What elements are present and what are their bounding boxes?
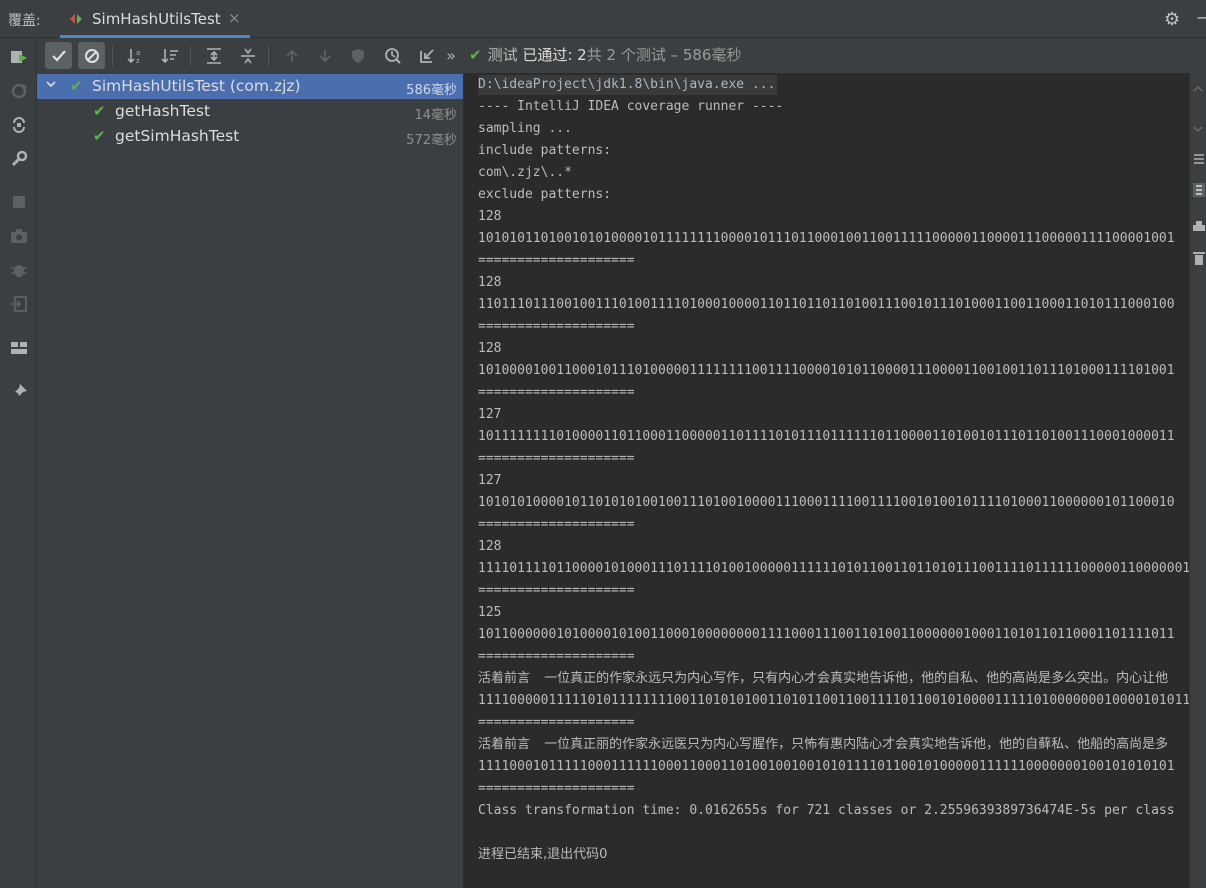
chevron-down-icon[interactable]: [45, 78, 57, 93]
collapse-all-icon[interactable]: [234, 42, 261, 69]
tree-item-time: 572毫秒: [406, 133, 457, 148]
camera-icon[interactable]: [8, 225, 30, 247]
console-line: ====================: [478, 715, 635, 730]
status-prefix: 测试: [487, 46, 523, 64]
tree-item-name: getSimHashTest: [115, 127, 240, 145]
console-line: 127: [478, 407, 502, 422]
sort-alphabetically-icon[interactable]: az: [122, 42, 149, 69]
console-line: ====================: [478, 781, 635, 796]
console-line: 活着前言 一位真正丽的作家永远医只为内心写腥作，只怖有惠内陆心才会真实地告诉他，…: [478, 737, 1169, 752]
console-line: 进程已结束,退出代码0: [478, 847, 608, 862]
svg-text:a: a: [136, 49, 140, 57]
console-line: 1010101000010110101010010011101001000011…: [478, 495, 1175, 510]
shield-icon[interactable]: [344, 42, 371, 69]
coverage-label: 覆盖:: [8, 13, 41, 29]
test-tree: ✔ SimHashUtilsTest (com.zjz) 586毫秒 ✔ get…: [37, 73, 464, 888]
layout-icon[interactable]: [8, 337, 30, 359]
console-line: 1010101101001010100001011111111000010111…: [478, 231, 1175, 246]
tree-row-test[interactable]: ✔ getHashTest 14毫秒: [37, 99, 463, 124]
console-line: ====================: [478, 385, 635, 400]
next-failed-icon[interactable]: [311, 42, 338, 69]
console-line: 128: [478, 275, 502, 290]
console-line: 128: [478, 539, 502, 554]
console-line: Class transformation time: 0.0162655s fo…: [478, 803, 1175, 818]
tree-item-time: 14毫秒: [414, 108, 457, 123]
console-line: 128: [478, 209, 502, 224]
tab-simhashutilstest[interactable]: SimHashUtilsTest ×: [60, 0, 250, 38]
status-rest: 共 2 个测试 – 586毫秒: [586, 46, 742, 64]
stop-icon[interactable]: [8, 191, 30, 213]
bug-icon[interactable]: [8, 259, 30, 281]
print-icon[interactable]: [1193, 221, 1205, 237]
passed-check-icon: ✔: [93, 102, 106, 120]
show-passed-icon[interactable]: [45, 42, 72, 69]
previous-failed-icon[interactable]: [278, 42, 305, 69]
gear-icon[interactable]: ⚙: [1164, 9, 1180, 30]
console-line: 1010000100110001011101000001111111100111…: [478, 363, 1175, 378]
svg-text:z: z: [136, 57, 140, 65]
console-line: exclude patterns:: [478, 187, 612, 202]
expand-all-icon[interactable]: [200, 42, 227, 69]
status-passed: 已通过: 2: [522, 46, 587, 64]
console-line: sampling ...: [478, 121, 572, 136]
console-line: ====================: [478, 517, 635, 532]
pass-check-icon: ✔: [469, 46, 482, 64]
minimize-icon[interactable]: −: [1196, 8, 1206, 27]
console-line: 1111000001111101011111111001101010100110…: [478, 693, 1189, 708]
wrench-icon[interactable]: [8, 148, 30, 170]
passed-check-icon: ✔: [70, 77, 83, 95]
run-config-icon: [70, 14, 82, 24]
console-line: 1011111111010000110110001100000110111101…: [478, 429, 1175, 444]
console-line: 1011000000101000010100110001000000001111…: [478, 627, 1175, 642]
soft-wrap-icon[interactable]: [1193, 153, 1205, 171]
test-history-icon[interactable]: [379, 42, 406, 69]
scroll-down-icon[interactable]: [1193, 123, 1203, 138]
console-line: 1101110111001001110100111101000100001101…: [478, 297, 1175, 312]
console-line: 1111011110110000101000111011110100100000…: [478, 561, 1189, 576]
passed-check-icon: ✔: [93, 127, 106, 145]
tree-row-test[interactable]: ✔ getSimHashTest 572毫秒: [37, 124, 463, 149]
sort-by-duration-icon[interactable]: [156, 42, 183, 69]
console-line: ====================: [478, 253, 635, 268]
more-chevron-icon[interactable]: »: [441, 42, 461, 69]
console-line: 127: [478, 473, 502, 488]
console-line: 125: [478, 605, 502, 620]
console-line: ====================: [478, 319, 635, 334]
console-line: 128: [478, 341, 502, 356]
close-icon[interactable]: ×: [228, 9, 241, 27]
console-line: D:\ideaProject\jdk1.8\bin\java.exe ...: [478, 75, 778, 95]
test-status-summary: ✔ 测试 已通过: 2共 2 个测试 – 586毫秒: [469, 44, 741, 65]
run-coverage-icon[interactable]: [8, 46, 30, 68]
tree-item-name: SimHashUtilsTest (com.zjz): [92, 77, 301, 95]
tree-item-time: 586毫秒: [406, 83, 457, 98]
import-icon[interactable]: [8, 293, 30, 315]
tree-item-name: getHashTest: [115, 102, 211, 120]
left-toolbar: [0, 38, 37, 888]
test-toolbar: az » ✔ 测试 已通过: 2共 2 个测试 – 586毫秒: [37, 38, 1206, 73]
trash-icon[interactable]: [1193, 251, 1205, 269]
rerun-failed-icon[interactable]: [8, 80, 30, 102]
tree-row-suite[interactable]: ✔ SimHashUtilsTest (com.zjz) 586毫秒: [37, 74, 463, 99]
pin-icon[interactable]: [8, 381, 30, 403]
scroll-to-end-icon[interactable]: [1193, 183, 1205, 201]
console-line: 1111000101111100011111100011000110100100…: [478, 759, 1175, 774]
show-ignored-icon[interactable]: [78, 42, 105, 69]
console-line: com\.zjz\..*: [478, 165, 572, 180]
import-tests-icon[interactable]: [413, 42, 440, 69]
console-line: ====================: [478, 583, 635, 598]
toggle-auto-test-icon[interactable]: [8, 114, 30, 136]
console-line: ---- IntelliJ IDEA coverage runner ----: [478, 99, 784, 114]
console-line: 活着前言 一位真正的作家永远只为内心写作，只有内心才会真实地告诉他，他的自私、他…: [478, 671, 1169, 686]
console-output[interactable]: D:\ideaProject\jdk1.8\bin\java.exe ... -…: [464, 73, 1189, 888]
console-line: include patterns:: [478, 143, 612, 158]
scroll-up-icon[interactable]: [1193, 83, 1203, 98]
tab-title: SimHashUtilsTest: [92, 10, 221, 28]
console-side-toolbar: [1189, 73, 1206, 888]
coverage-tab-bar: 覆盖: SimHashUtilsTest × ⚙ −: [0, 0, 1206, 38]
console-line: ====================: [478, 649, 635, 664]
console-line: ====================: [478, 451, 635, 466]
